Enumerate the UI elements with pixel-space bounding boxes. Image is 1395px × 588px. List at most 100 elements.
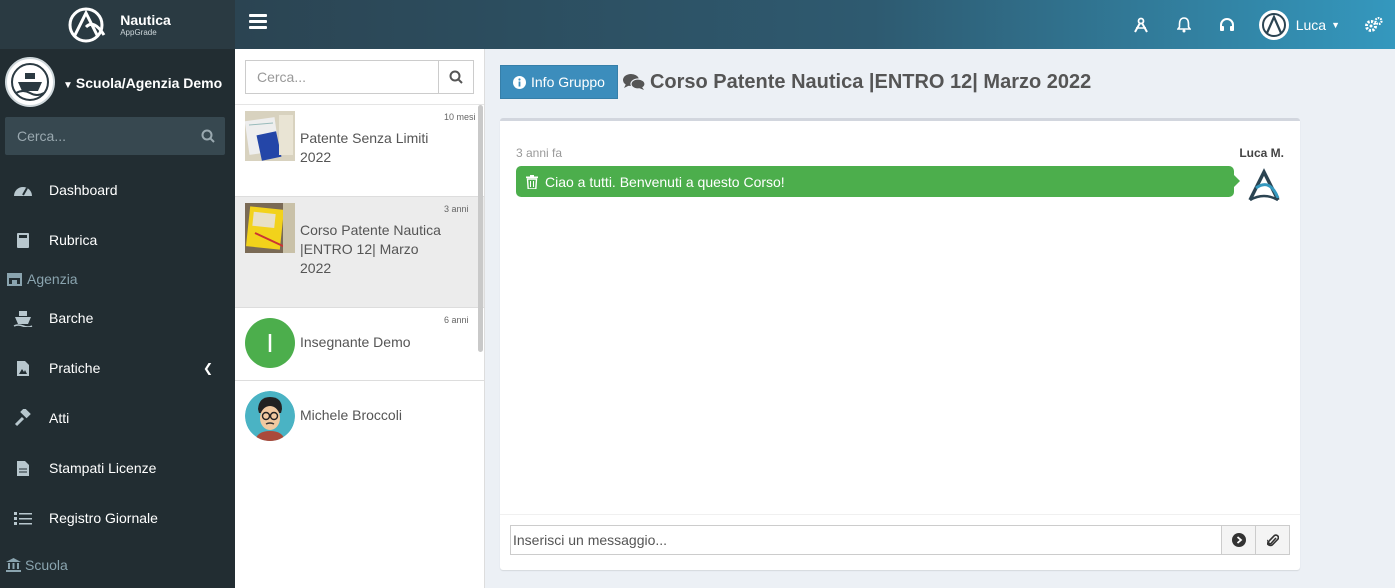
sidebar-item-barche[interactable]: Barche	[0, 293, 235, 343]
sidebar-item-label: Dashboard	[49, 182, 118, 198]
comments-icon	[622, 73, 645, 91]
dashboard-icon	[12, 180, 34, 200]
store-icon	[6, 272, 23, 286]
search-icon	[449, 70, 463, 84]
user-panel[interactable]: ▼ Scuola/Agenzia Demo	[0, 49, 235, 114]
person-avatar-icon	[245, 391, 295, 441]
sidebar-item-dashboard[interactable]: Dashboard	[0, 165, 235, 215]
conversation-list-scrollbar[interactable]	[478, 105, 483, 352]
info-group-label: Info Gruppo	[531, 74, 605, 90]
conversation-time: 6 anni	[444, 315, 469, 325]
avatar	[5, 57, 55, 107]
angle-left-icon: ❮	[202, 361, 213, 375]
tools-button[interactable]	[1120, 0, 1163, 49]
user-avatar	[1258, 9, 1289, 40]
brand-avatar-icon	[1261, 12, 1286, 37]
list-icon	[12, 508, 34, 528]
conversation-search	[235, 49, 484, 105]
chat-title-text: Corso Patente Nautica |ENTRO 12| Marzo 2…	[649, 70, 1092, 93]
gavel-icon	[12, 408, 34, 428]
search-icon[interactable]	[201, 129, 215, 143]
sidebar-item-label: Rubrica	[49, 232, 98, 248]
book-icon	[12, 230, 34, 250]
logo[interactable]: Nautica AppGrade	[0, 0, 235, 49]
sidebar-item-rubrica[interactable]: Rubrica	[0, 215, 235, 265]
sidebar-search-input[interactable]	[17, 128, 201, 144]
topbar: Luca ▼	[235, 0, 1395, 49]
ship-icon	[12, 308, 34, 328]
institution-icon	[6, 558, 21, 572]
trash-icon[interactable]	[526, 174, 538, 189]
message-timestamp: 3 anni fa	[516, 146, 563, 160]
sender-avatar-icon	[1248, 168, 1280, 202]
user-menu[interactable]: Luca ▼	[1249, 0, 1352, 49]
file-image-icon	[12, 358, 34, 378]
conversation-name: Insegnante Demo	[300, 334, 411, 350]
brand-sub: AppGrade	[120, 27, 157, 37]
conversation-item-active[interactable]: Corso Patente Nautica |ENTRO 12| Marzo 2…	[235, 197, 484, 308]
message-input[interactable]	[510, 525, 1223, 555]
photo-thumbnail	[245, 111, 295, 161]
conversation-name: Corso Patente Nautica |ENTRO 12| Marzo 2…	[300, 222, 441, 276]
message-bubble: Ciao a tutti. Benvenuti a questo Corso!	[516, 166, 1240, 197]
sidebar-item-stampati-licenze[interactable]: Stampati Licenze	[0, 443, 235, 493]
conversation-item[interactable]: Michele Broccoli	[235, 381, 484, 451]
conversation-avatar-letter: I	[245, 318, 295, 368]
conversation-avatar-cartoon	[245, 391, 295, 441]
logo-icon	[68, 7, 106, 42]
sidebar-header-agenzia: Agenzia	[0, 265, 235, 293]
conversation-item[interactable]: I Insegnante Demo 6 anni	[235, 308, 484, 381]
sidebar-item-label: Atti	[49, 410, 70, 426]
sidebar-item-label: Barche	[49, 310, 94, 326]
ship-logo-icon	[11, 63, 49, 101]
caret-down-icon: ▼	[1331, 19, 1340, 30]
conversation-list: Patente Senza Limiti 2022 10 mesi Corso …	[235, 49, 485, 588]
cogs-icon	[1365, 16, 1383, 32]
settings-button[interactable]	[1352, 0, 1395, 49]
sidebar-search	[5, 117, 225, 155]
send-arrow-icon	[1231, 533, 1246, 547]
conversation-time: 10 mesi	[444, 112, 476, 122]
menu-toggle-icon[interactable]	[249, 14, 267, 32]
file-text-icon	[12, 458, 34, 478]
info-group-button[interactable]: Info Gruppo	[500, 65, 618, 99]
sidebar-item-pratiche[interactable]: Pratiche ❮	[0, 343, 235, 393]
attach-button[interactable]	[1256, 525, 1290, 555]
sidebar-header-label: Scuola	[25, 557, 68, 573]
chat-header: Info Gruppo Corso Patente Nautica |ENTRO…	[500, 65, 1091, 99]
notifications-button[interactable]	[1163, 0, 1206, 49]
conversation-item[interactable]: Patente Senza Limiti 2022 10 mesi	[235, 105, 484, 197]
brand-name: Nautica	[120, 11, 171, 28]
sidebar-item-atti[interactable]: Atti	[0, 393, 235, 443]
sidebar-item-label: Registro Giornale	[49, 510, 158, 526]
sidebar-menu: Dashboard Rubrica Agenzia Barche Pratich…	[0, 165, 235, 579]
info-circle-icon	[513, 75, 526, 89]
conversation-time: 3 anni	[444, 204, 469, 214]
sidebar-header-scuola: Scuola	[0, 551, 235, 579]
send-button[interactable]	[1222, 525, 1257, 555]
sidebar-header-label: Agenzia	[27, 271, 78, 287]
support-button[interactable]	[1206, 0, 1249, 49]
chat-box: 3 anni fa Luca M. Ciao a tutti. Benvenut…	[500, 118, 1300, 570]
user-menu-label: Luca	[1295, 16, 1327, 33]
conversation-thumbnail	[245, 203, 295, 253]
paperclip-icon	[1266, 533, 1279, 546]
page-title: Corso Patente Nautica |ENTRO 12| Marzo 2…	[622, 70, 1092, 94]
conversation-thumbnail	[245, 111, 295, 161]
conversation-search-button[interactable]	[438, 61, 473, 93]
caret-down-icon: ▼	[63, 80, 73, 91]
sidebar-item-label: Pratiche	[49, 360, 101, 376]
conversation-name: Michele Broccoli	[300, 407, 402, 423]
sidebar: Nautica AppGrade ▼Scuola/Agenzia Demo Da…	[0, 0, 235, 588]
conversation-search-input[interactable]	[246, 61, 438, 93]
user-name[interactable]: ▼ Scuola/Agenzia Demo	[63, 74, 222, 95]
conversation-name: Patente Senza Limiti 2022	[300, 130, 429, 165]
sidebar-item-label: Stampati Licenze	[49, 460, 157, 476]
drafting-compass-icon	[1134, 17, 1149, 32]
sidebar-item-registro-giornale[interactable]: Registro Giornale	[0, 493, 235, 543]
message-author: Luca M.	[1239, 146, 1284, 160]
message-composer	[500, 514, 1300, 570]
bell-icon	[1177, 16, 1192, 32]
photo-thumbnail	[245, 203, 295, 253]
message-text: Ciao a tutti. Benvenuti a questo Corso!	[545, 173, 785, 190]
